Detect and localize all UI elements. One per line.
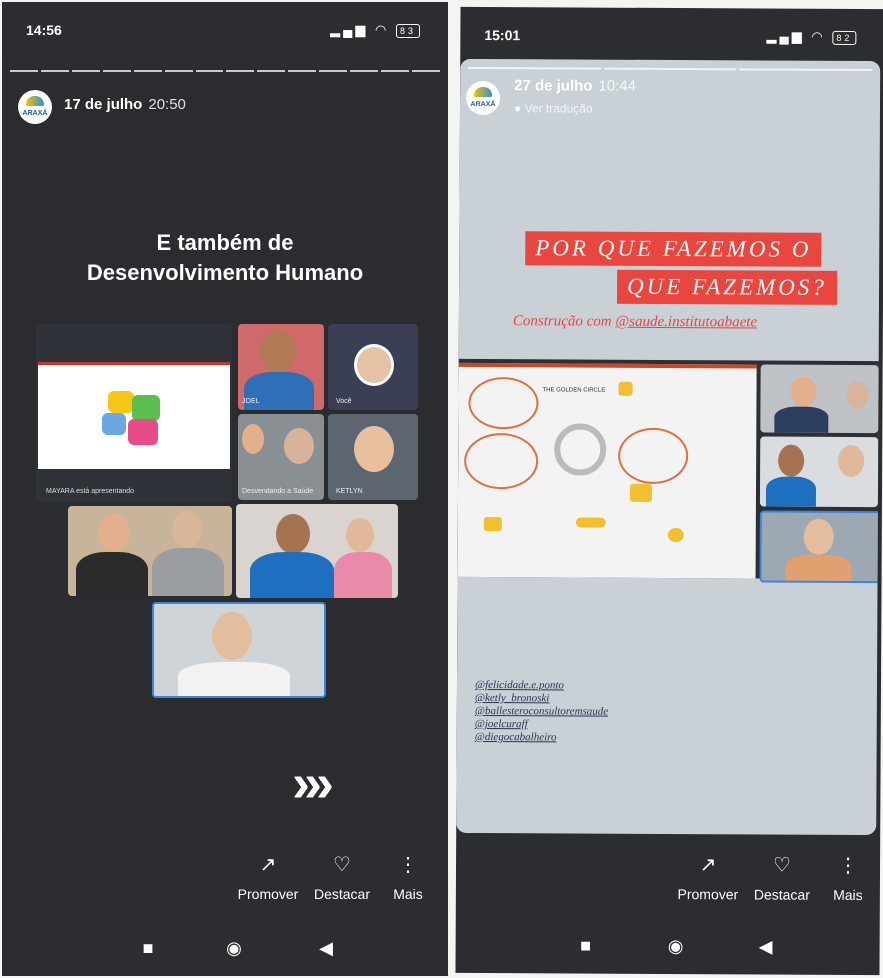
promote-label: Promover: [237, 886, 299, 902]
story-content[interactable]: ARAXÁ 27 de julho 10:44 ● Ver tradução PO…: [456, 58, 881, 836]
participant-tile: [236, 504, 398, 598]
shared-slide: [38, 362, 230, 469]
more-label: Mais: [833, 886, 863, 904]
participant-tile: Você: [328, 324, 418, 410]
story-subtitle: Construção com @saude.institutoabaete: [513, 313, 757, 331]
recents-square-icon[interactable]: ■: [136, 936, 160, 960]
participant-tile: [759, 436, 879, 508]
mention-link[interactable]: @ketly_bronoski: [475, 692, 608, 706]
trending-up-icon: ↗: [259, 854, 277, 876]
promote-button[interactable]: ↗ Promover: [668, 848, 748, 902]
android-nav-bar: ■ ◉ ◀: [2, 932, 448, 962]
whiteboard-slide: THE GOLDEN CIRCLE: [457, 362, 757, 579]
participant-name: Você: [336, 398, 352, 405]
participant-name: KETLYN: [336, 488, 363, 495]
participant-tile: [68, 506, 232, 596]
participant-tile: Desvendando a Saúde: [238, 414, 324, 500]
participant-tile: [759, 510, 881, 584]
status-icons: ▂▄▆ ◠ 83: [330, 22, 420, 38]
participant-tile: [760, 364, 879, 434]
story-progress-bar: [10, 70, 440, 72]
status-time: 14:56: [26, 22, 62, 38]
title-banner-line-2: QUE FAZEMOS?: [616, 269, 837, 305]
mention-link[interactable]: @diegocabalheiro: [475, 731, 608, 745]
headline-line-1: E também de: [156, 230, 294, 255]
promote-button[interactable]: ↗ Promover: [228, 848, 308, 902]
battery-icon: 83: [395, 24, 420, 38]
signal-icon: ▂▄▆: [766, 28, 805, 44]
story-actions: ↗ Promover ♡ Destacar ⋮ Mais: [2, 848, 448, 928]
mention-link[interactable]: @ballesteroconsultoremsaude: [475, 705, 608, 719]
presenting-caption: MAYARA está apresentando: [46, 488, 135, 495]
status-icons: ▂▄▆ ◠ 82: [766, 28, 857, 45]
see-translation-label: Ver tradução: [524, 101, 593, 116]
back-triangle-icon[interactable]: ◀: [754, 934, 778, 958]
more-label: Mais: [393, 886, 423, 902]
home-circle-icon[interactable]: ◉: [664, 934, 688, 958]
home-circle-icon[interactable]: ◉: [222, 936, 246, 960]
story-actions: ↗ Promover ♡ Destacar ⋮ Mais: [456, 847, 880, 929]
recents-square-icon[interactable]: ■: [574, 934, 598, 958]
participant-tile: JOEL: [238, 324, 324, 410]
story-hour: 20:50: [148, 96, 186, 113]
mention-link[interactable]: @felicidade.e.ponto: [475, 679, 608, 693]
story-hour: 10:44: [598, 77, 637, 95]
back-triangle-icon[interactable]: ◀: [314, 936, 338, 960]
participant-tile: KETLYN: [328, 414, 418, 500]
status-bar: 15:01 ▂▄▆ ◠ 82: [460, 25, 883, 51]
more-vertical-icon: ⋮: [837, 854, 859, 877]
next-arrows-graphic: ›››: [292, 753, 334, 813]
right-phone-screen: 15:01 ▂▄▆ ◠ 82 ARAXÁ 27 de julho 10:44 ● …: [455, 6, 883, 976]
profile-avatar[interactable]: ARAXÁ: [465, 80, 501, 116]
whiteboard-title: THE GOLDEN CIRCLE: [542, 387, 606, 394]
more-vertical-icon: ⋮: [398, 854, 418, 876]
more-button[interactable]: ⋮ Mais: [368, 848, 448, 902]
trending-up-icon: ↗: [699, 854, 717, 877]
subtitle-prefix: Construção com: [512, 313, 616, 330]
android-nav-bar: ■ ◉ ◀: [456, 929, 880, 961]
wifi-icon: ◠: [811, 28, 826, 44]
battery-icon: 82: [832, 30, 857, 45]
story-timestamp: 27 de julho 10:44: [514, 77, 636, 95]
see-translation-link[interactable]: ● Ver tradução: [514, 101, 593, 115]
story-headline: E também de Desenvolvimento Humano: [2, 228, 448, 288]
mention-link[interactable]: @joelcuraff: [475, 718, 608, 732]
status-time: 15:01: [484, 27, 521, 44]
promote-label: Promover: [677, 886, 739, 903]
profile-avatar[interactable]: ARAXÁ: [18, 90, 52, 124]
story-date: 27 de julho: [514, 77, 593, 95]
signal-icon: ▂▄▆: [330, 22, 369, 37]
wifi-icon: ◠: [375, 22, 390, 37]
story-timestamp: 17 de julho 20:50: [64, 96, 186, 113]
participant-tile: [152, 602, 326, 698]
mentions-list: @felicidade.e.ponto @ketly_bronoski @bal…: [475, 679, 609, 745]
title-banner-line-1: POR QUE FAZEMOS O: [525, 231, 822, 267]
participant-name: Desvendando a Saúde: [242, 488, 314, 495]
subtitle-handle[interactable]: @saude.institutoabaete: [615, 314, 757, 331]
headline-line-2: Desenvolvimento Humano: [86, 260, 364, 285]
more-button[interactable]: ⋮ Mais: [808, 849, 883, 903]
left-phone-screen: 14:56 ▂▄▆ ◠ 83 ARAXÁ 17 de julho 20:50 E …: [2, 2, 448, 976]
story-content[interactable]: ARAXÁ 17 de julho 20:50 E também de Desen…: [2, 62, 448, 832]
participant-name: JOEL: [242, 398, 260, 405]
story-date: 17 de julho: [64, 96, 143, 113]
story-progress-bar: [468, 66, 873, 72]
status-bar: 14:56 ▂▄▆ ◠ 83: [2, 20, 448, 44]
